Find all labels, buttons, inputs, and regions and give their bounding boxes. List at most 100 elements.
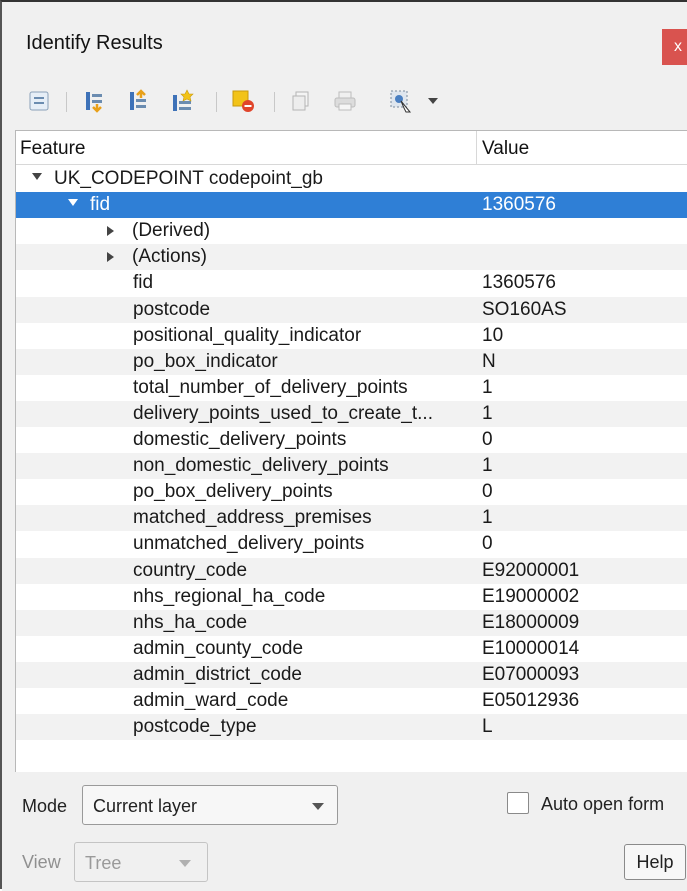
attribute-row[interactable]: admin_district_code E07000093 (16, 661, 687, 688)
identify-selection-icon[interactable] (388, 88, 414, 114)
attribute-row[interactable]: total_number_of_delivery_points 1 (16, 375, 687, 401)
identify-results-panel: Identify Results x Feature Value UK_CODE… (0, 0, 687, 891)
title-bar: Identify Results x (2, 2, 687, 82)
attribute-row-label: total_number_of_delivery_points (133, 376, 408, 398)
attribute-row-value: E07000093 (482, 663, 580, 685)
attribute-row[interactable]: nhs_ha_code E18000009 (16, 609, 687, 636)
group-row[interactable]: (Derived) (16, 218, 687, 244)
attribute-row[interactable]: delivery_points_used_to_create_t... 1 (16, 400, 687, 427)
panel-title: Identify Results (26, 32, 163, 54)
attribute-row[interactable]: po_box_delivery_points 0 (16, 479, 687, 505)
layer-row[interactable]: UK_CODEPOINT codepoint_gb (16, 166, 687, 192)
chevron-down-icon (179, 860, 191, 867)
attribute-row-value: 0 (482, 533, 493, 555)
results-tree[interactable]: Feature Value UK_CODEPOINT codepoint_gbf… (15, 130, 687, 772)
footer: Mode Current layer Auto open form View T… (2, 772, 687, 891)
attribute-row-label: nhs_ha_code (133, 611, 248, 633)
attribute-row-value: N (482, 350, 496, 372)
feature-row-value: 1360576 (482, 194, 556, 216)
mode-label: Mode (22, 796, 68, 816)
clear-highlights-icon[interactable] (230, 88, 256, 114)
attribute-row[interactable]: unmatched_delivery_points 0 (16, 531, 687, 557)
mode-select-value: Current layer (93, 796, 198, 816)
feature-row-label: fid (90, 194, 111, 216)
attribute-row-label: admin_county_code (133, 637, 304, 659)
mode-select[interactable]: Current layer (82, 785, 338, 825)
collapse-all-icon[interactable] (126, 88, 152, 114)
attribute-row-value: 0 (482, 481, 493, 503)
attribute-row-label: non_domestic_delivery_points (133, 455, 389, 477)
dropdown-icon[interactable] (420, 88, 446, 114)
attribute-row-label: admin_ward_code (133, 690, 289, 711)
attribute-row-value: 0 (482, 429, 493, 450)
attribute-row-value: E05012936 (482, 690, 580, 711)
collapse-arrow-icon[interactable] (32, 173, 42, 180)
feature-row[interactable]: fid 1360576 (16, 192, 687, 219)
attribute-row-label: po_box_delivery_points (133, 481, 333, 503)
attribute-row-label: country_code (133, 559, 248, 581)
attribute-row[interactable]: fid 1360576 (16, 270, 687, 296)
attribute-row[interactable]: admin_county_code E10000014 (16, 636, 687, 662)
attribute-row-label: admin_district_code (133, 663, 302, 685)
attribute-row[interactable]: domestic_delivery_points 0 (16, 427, 687, 453)
group-row-label: (Actions) (132, 246, 207, 268)
attribute-row[interactable]: matched_address_premises 1 (16, 505, 687, 532)
attribute-row-value: 1 (482, 507, 493, 529)
attribute-row-label: delivery_points_used_to_create_t... (133, 402, 433, 424)
chevron-down-icon (312, 803, 324, 810)
expand-arrow-icon[interactable] (107, 226, 114, 237)
attribute-row-label: postcode (133, 298, 211, 320)
toolbar-separator (216, 92, 217, 112)
attribute-row-label: nhs_regional_ha_code (133, 585, 326, 607)
attribute-row[interactable]: postcode SO160AS (16, 296, 687, 323)
attribute-row-value: 1 (482, 455, 493, 477)
expand-all-icon[interactable] (82, 88, 108, 114)
attribute-row[interactable]: country_code E92000001 (16, 557, 687, 584)
attribute-row[interactable]: po_box_indicator N (16, 348, 687, 375)
attribute-row-label: po_box_indicator (133, 350, 278, 372)
attribute-row[interactable]: admin_ward_code E05012936 (16, 688, 687, 714)
expand-arrow-icon[interactable] (107, 252, 114, 263)
layer-row-label: UK_CODEPOINT codepoint_gb (54, 168, 323, 189)
attribute-row-value: 1 (482, 402, 493, 424)
view-select[interactable]: Tree (74, 842, 208, 882)
column-divider[interactable] (476, 131, 477, 165)
close-button[interactable]: x (662, 29, 687, 65)
toolbar-separator (66, 92, 67, 112)
auto-open-form-checkbox[interactable] (507, 792, 529, 814)
collapse-arrow-icon[interactable] (68, 199, 78, 207)
attribute-row-label: domestic_delivery_points (133, 429, 347, 450)
attribute-row[interactable]: positional_quality_indicator 10 (16, 323, 687, 349)
toolbar (2, 82, 687, 122)
attribute-row-label: postcode_type (133, 716, 257, 738)
group-row-label: (Derived) (132, 220, 211, 242)
feature-column-header[interactable]: Feature (20, 138, 85, 160)
attribute-row-value: E19000002 (482, 585, 580, 607)
copy-feature-icon[interactable] (288, 88, 314, 114)
attribute-row-value: 10 (482, 324, 504, 346)
attribute-row-value: SO160AS (482, 298, 567, 320)
expand-tree-icon[interactable] (26, 88, 52, 114)
view-label: View (22, 852, 61, 872)
attribute-row-value: 1360576 (482, 272, 556, 294)
expand-new-results-icon[interactable] (170, 88, 196, 114)
auto-open-form-label[interactable]: Auto open form (541, 794, 664, 815)
attribute-row[interactable]: nhs_regional_ha_code E19000002 (16, 584, 687, 610)
attribute-row-value: E92000001 (482, 559, 580, 581)
value-column-header[interactable]: Value (482, 138, 529, 160)
print-icon[interactable] (332, 88, 358, 114)
tree-header: Feature Value (16, 131, 687, 165)
attribute-row-label: positional_quality_indicator (133, 324, 362, 346)
toolbar-separator (274, 92, 275, 112)
attribute-row-value: E10000014 (482, 637, 580, 659)
group-row[interactable]: (Actions) (16, 244, 687, 271)
attribute-row-value: 1 (482, 376, 493, 398)
attribute-row[interactable]: non_domestic_delivery_points 1 (16, 453, 687, 480)
attribute-row[interactable]: postcode_type L (16, 714, 687, 741)
attribute-row-label: unmatched_delivery_points (133, 533, 365, 555)
attribute-row-label: fid (133, 272, 154, 294)
view-select-value: Tree (85, 853, 122, 873)
help-button[interactable]: Help (624, 844, 686, 880)
attribute-row-label: matched_address_premises (133, 507, 372, 529)
attribute-row-value: L (482, 716, 493, 738)
